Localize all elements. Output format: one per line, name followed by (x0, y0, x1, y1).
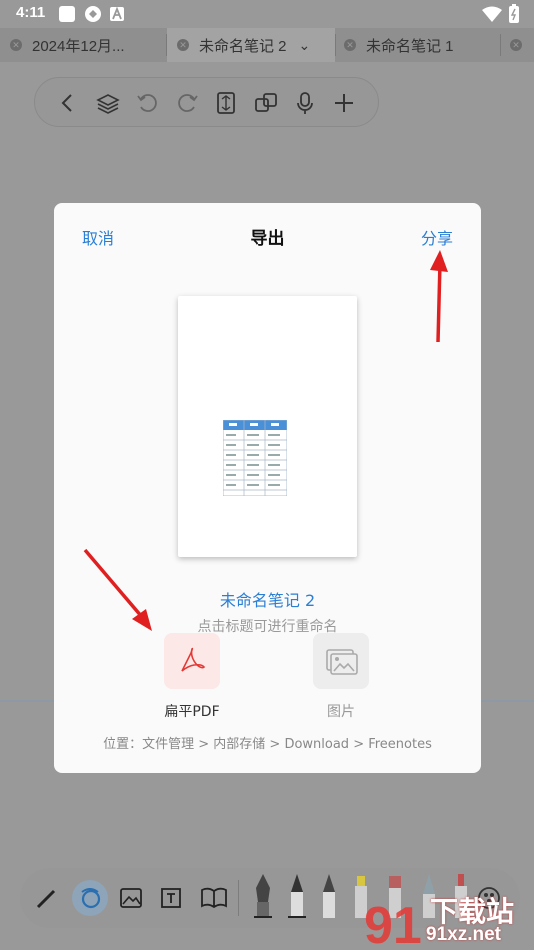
pdf-icon (181, 647, 206, 672)
microphone-icon[interactable] (292, 90, 318, 116)
site-watermark: 91 下载站 91xz.net (360, 888, 530, 950)
app-logo-icon (85, 6, 101, 22)
page-layout-icon[interactable] (213, 90, 239, 116)
chevron-down-icon[interactable]: ⌄ (299, 37, 311, 54)
tab-label: 2024年12月... (32, 37, 125, 55)
save-location-path: 位置：文件管理 > 内部存储 > Download > Freenotes (103, 737, 432, 752)
tab-divider (500, 34, 501, 56)
note-title-link[interactable]: 未命名笔记 2 (54, 587, 481, 611)
layers-icon[interactable] (95, 90, 121, 116)
share-button[interactable]: 分享 (421, 225, 453, 249)
text-box-tool-icon[interactable] (158, 885, 184, 911)
notification-icon (59, 6, 75, 22)
close-tab-icon[interactable]: ✕ (177, 39, 189, 51)
close-tab-icon[interactable]: ✕ (344, 39, 356, 51)
wifi-icon (482, 6, 502, 22)
tab-untitled-note-1[interactable]: ✕ 未命名笔记 1 (344, 28, 499, 62)
image-tool-icon[interactable] (118, 885, 144, 911)
flat-pdf-label: 扁平PDF (164, 704, 220, 720)
watermark-number: 91 (364, 897, 422, 948)
image-option[interactable] (313, 633, 369, 689)
close-tab-icon[interactable]: ✕ (510, 39, 522, 51)
watermark-url: 91xz.net (426, 924, 501, 945)
pen-tool-icon[interactable] (34, 885, 60, 911)
lasso-tool-icon[interactable] (70, 878, 110, 918)
top-toolbar (34, 77, 379, 127)
tab-label: 未命名笔记 2 (199, 37, 287, 55)
close-tab-icon[interactable]: ✕ (10, 39, 22, 51)
ballpoint-pen-icon[interactable] (286, 872, 308, 920)
book-tool-icon[interactable] (200, 885, 228, 911)
undo-icon[interactable] (135, 90, 161, 116)
dialog-title: 导出 (250, 229, 285, 249)
pencil-icon[interactable] (318, 872, 340, 920)
status-bar: 4:11 (0, 0, 534, 28)
tab-note-dec-2024[interactable]: ✕ 2024年12月... (10, 28, 165, 62)
tab-more[interactable]: ✕ (510, 28, 534, 62)
flat-pdf-option[interactable] (164, 633, 220, 689)
redo-icon[interactable] (174, 90, 200, 116)
tab-divider (335, 34, 336, 56)
copy-icon[interactable] (253, 90, 279, 116)
back-icon[interactable] (55, 90, 81, 116)
status-time: 4:11 (16, 4, 46, 21)
fountain-pen-icon[interactable] (252, 872, 274, 920)
export-dialog: 取消 导出 分享 未命名笔记 2 点击标题可进行重命名 扁平PDF 图片 位置：… (54, 203, 481, 773)
battery-icon (509, 4, 519, 23)
page-preview (178, 296, 357, 557)
rename-hint: 点击标题可进行重命名 (197, 619, 338, 635)
image-icon (326, 649, 358, 675)
tab-untitled-note-2[interactable]: ✕ 未命名笔记 2 ⌄ (167, 28, 335, 62)
toolbar-divider (238, 880, 239, 916)
tab-label: 未命名笔记 1 (366, 37, 454, 55)
add-icon[interactable] (331, 90, 357, 116)
image-label: 图片 (327, 704, 355, 720)
table-thumbnail (223, 420, 287, 496)
a-icon (110, 7, 124, 21)
tab-bar: ✕ 2024年12月... ✕ 未命名笔记 2 ⌄ ✕ 未命名笔记 1 ✕ (0, 28, 534, 62)
